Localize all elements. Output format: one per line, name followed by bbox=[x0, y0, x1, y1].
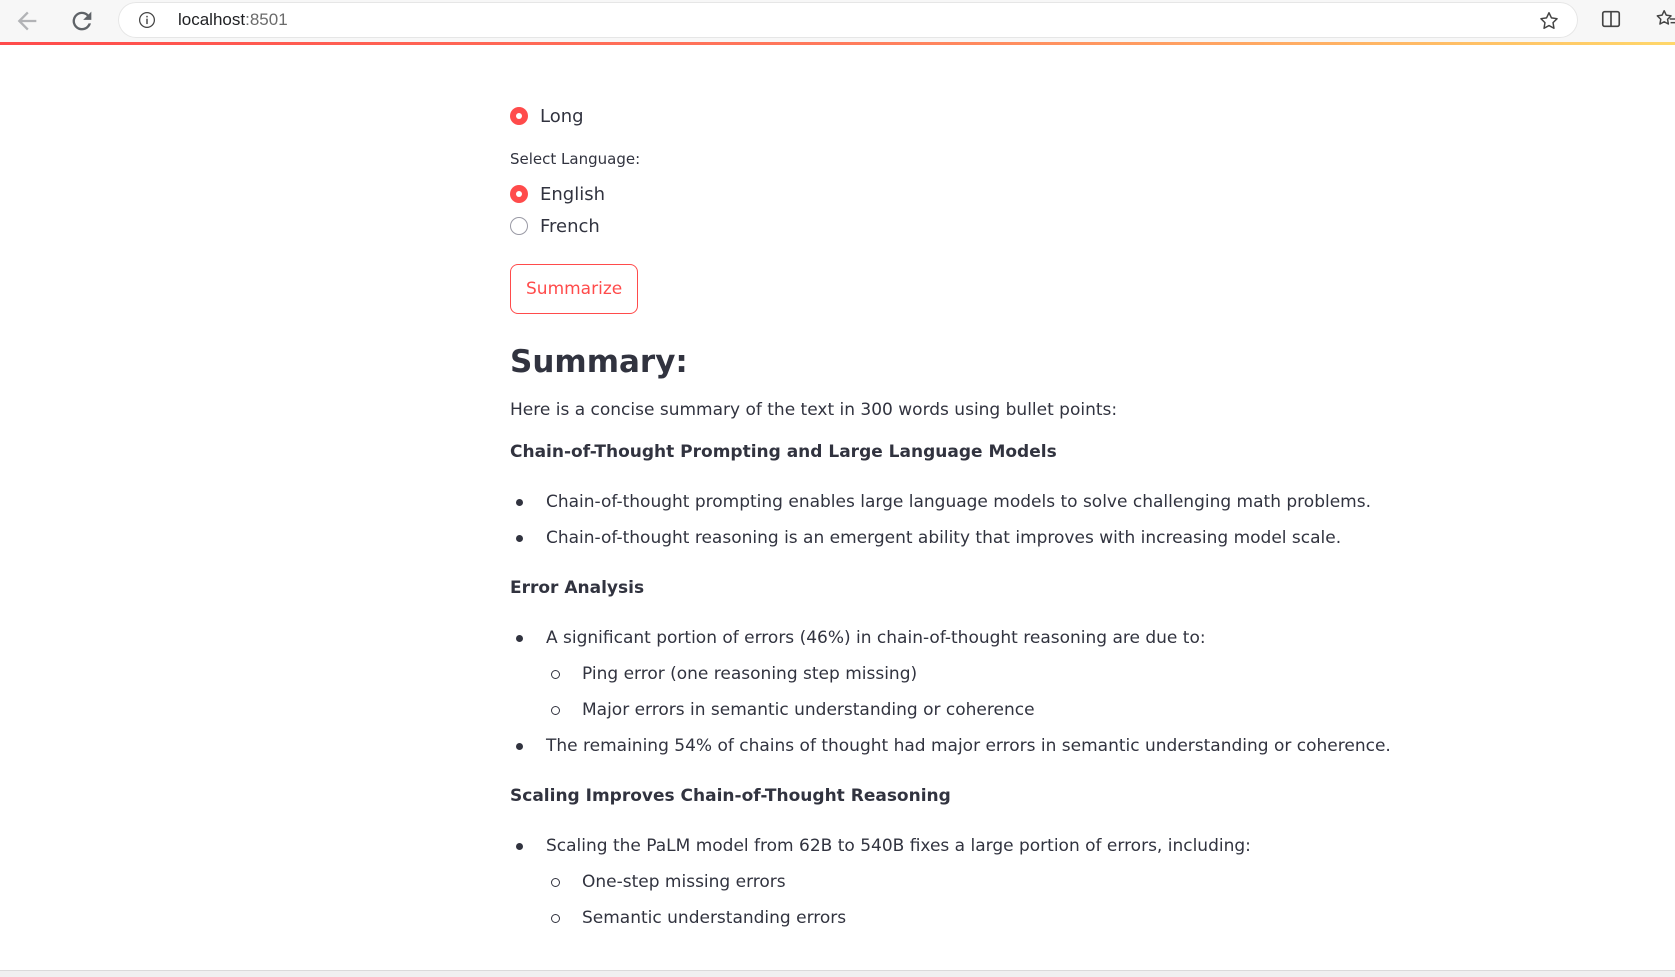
split-screen-icon[interactable] bbox=[1600, 8, 1622, 30]
bullet-list: A significant portion of errors (46%) in… bbox=[510, 620, 1410, 764]
list-item: A significant portion of errors (46%) in… bbox=[510, 620, 1410, 656]
section-title: Chain-of-Thought Prompting and Large Lan… bbox=[510, 442, 1057, 462]
radio-option-french[interactable]: French bbox=[510, 210, 1410, 242]
language-label: Select Language: bbox=[510, 150, 641, 168]
list-item: Scaling the PaLM model from 62B to 540B … bbox=[510, 828, 1410, 864]
section-title: Error Analysis bbox=[510, 578, 645, 598]
sub-list-item: Major errors in semantic understanding o… bbox=[510, 692, 1410, 728]
summarize-button[interactable]: Summarize bbox=[510, 264, 639, 314]
loading-bar bbox=[0, 42, 1675, 45]
radio-label-long: Long bbox=[540, 105, 584, 127]
url-text[interactable]: localhost:8501 bbox=[178, 10, 288, 30]
bookmark-star-icon[interactable] bbox=[1538, 10, 1560, 32]
section-title: Scaling Improves Chain-of-Thought Reason… bbox=[510, 786, 951, 806]
sub-list-item: One-step missing errors bbox=[510, 864, 1410, 900]
summary-intro: Here is a concise summary of the text in… bbox=[510, 400, 1118, 420]
radio-label-english: English bbox=[540, 183, 605, 205]
browser-toolbar: localhost:8501 bbox=[0, 0, 1675, 42]
info-icon[interactable] bbox=[138, 11, 156, 29]
radio-unselected-icon[interactable] bbox=[510, 217, 528, 235]
summary-heading: Summary: bbox=[510, 344, 688, 380]
address-bar[interactable]: localhost:8501 bbox=[118, 2, 1578, 38]
url-host: localhost bbox=[178, 10, 246, 29]
main-content: Long Select Language: English French Sum… bbox=[510, 100, 1410, 958]
bullet-list: Scaling the PaLM model from 62B to 540B … bbox=[510, 828, 1410, 936]
list-item: The remaining 54% of chains of thought h… bbox=[510, 728, 1410, 764]
list-item: Chain-of-thought reasoning is an emergen… bbox=[510, 520, 1410, 556]
radio-selected-icon[interactable] bbox=[510, 107, 528, 125]
reload-icon[interactable] bbox=[68, 7, 96, 35]
radio-option-long[interactable]: Long bbox=[510, 100, 1410, 132]
back-arrow-icon[interactable] bbox=[13, 7, 41, 35]
radio-selected-icon[interactable] bbox=[510, 185, 528, 203]
sub-list-item: Semantic understanding errors bbox=[510, 900, 1410, 936]
radio-option-english[interactable]: English bbox=[510, 178, 1410, 210]
sub-list-item: Ping error (one reasoning step missing) bbox=[510, 656, 1410, 692]
url-port: :8501 bbox=[245, 10, 288, 29]
bullet-list: Chain-of-thought prompting enables large… bbox=[510, 484, 1410, 556]
radio-label-french: French bbox=[540, 215, 600, 237]
favorites-icon[interactable] bbox=[1655, 8, 1675, 30]
list-item: Chain-of-thought prompting enables large… bbox=[510, 484, 1410, 520]
